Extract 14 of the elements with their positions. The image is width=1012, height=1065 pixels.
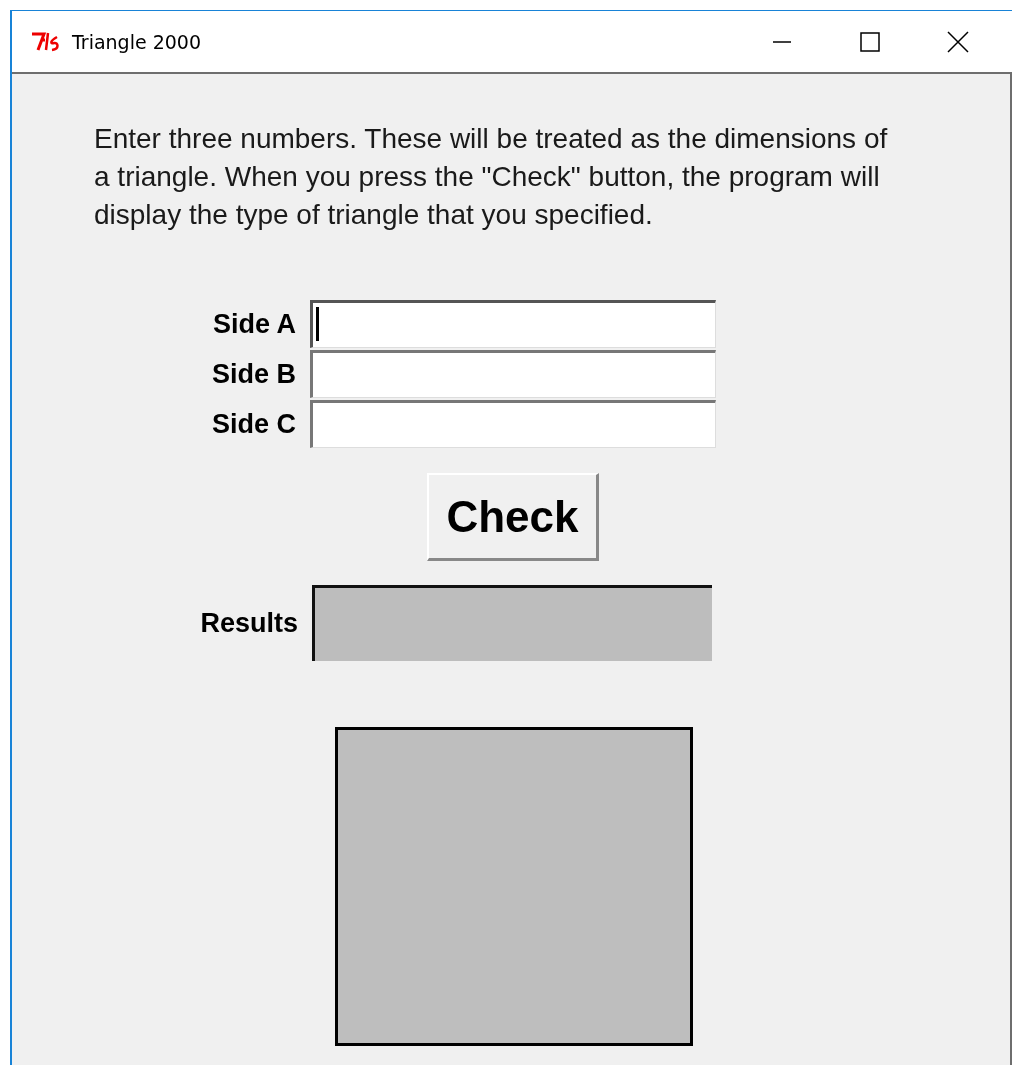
minimize-icon (772, 40, 792, 43)
field-label: Side B (211, 358, 296, 390)
instructions-text: Enter three numbers. These will be treated as the dimensions of a triangle. When you press the "Check" button, the program will display the type of triangle that you specified. (94, 122, 889, 232)
text-cursor (316, 307, 319, 341)
close-icon (947, 30, 969, 53)
field-label: Side A (212, 308, 296, 340)
maximize-icon (860, 31, 880, 52)
input-field[interactable] (310, 400, 716, 448)
input-field[interactable] (310, 350, 716, 398)
input-field[interactable] (310, 300, 716, 348)
results-label: Results (199, 607, 298, 639)
field-label: Side C (211, 408, 296, 440)
check-button[interactable]: Check (427, 473, 599, 561)
window-title: Triangle 2000 (72, 30, 201, 53)
